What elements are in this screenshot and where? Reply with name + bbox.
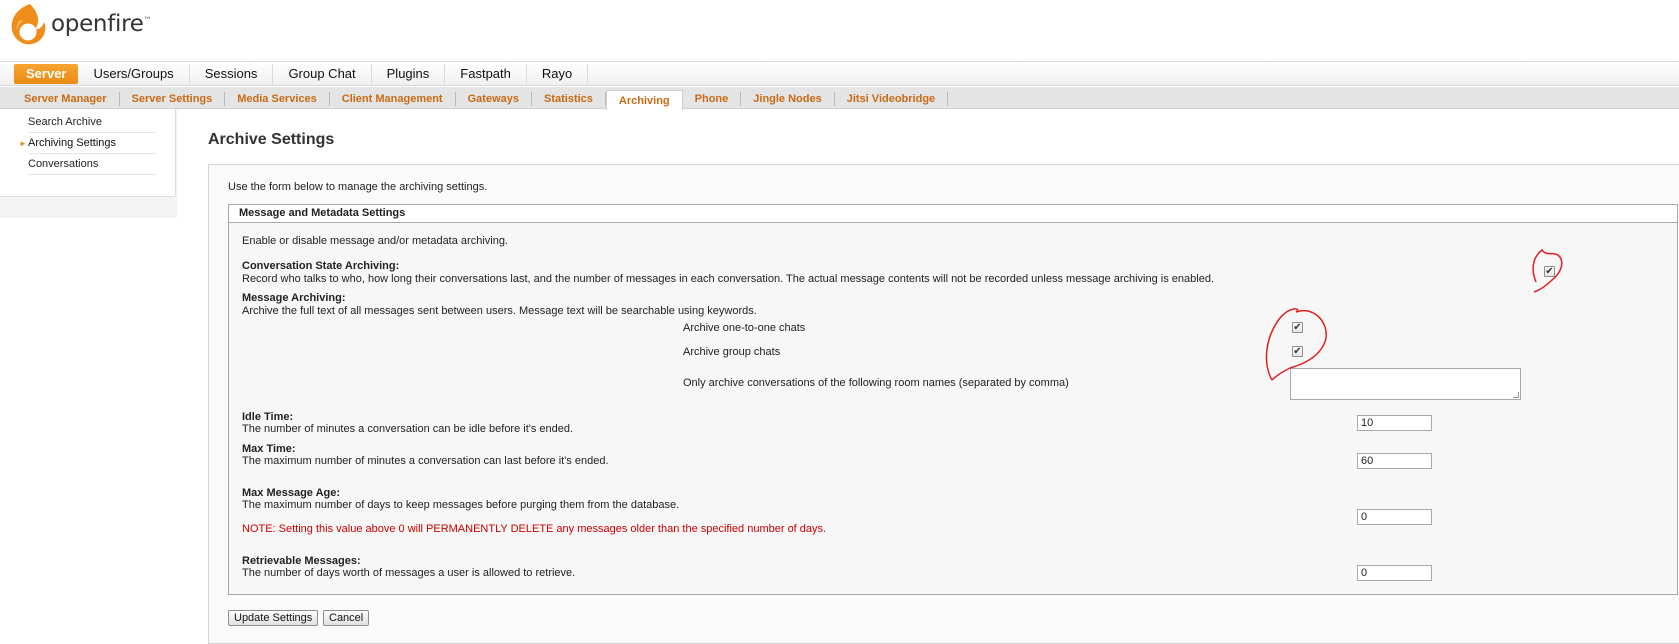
max-time-input[interactable]: 60 (1357, 453, 1432, 469)
page-intro: Use the form below to manage the archivi… (228, 181, 488, 193)
brand-name: openfire™ (51, 11, 152, 37)
header: openfire™ (0, 0, 1679, 62)
sidebar-panel: Search Archive ► Archiving Settings Conv… (0, 109, 176, 197)
main-tab-rayo[interactable]: Rayo (527, 64, 589, 84)
sub-tab-client-management[interactable]: Client Management (330, 92, 456, 106)
sub-tab-gateways[interactable]: Gateways (456, 92, 532, 106)
conversation-state-checkbox[interactable]: ✔ (1544, 266, 1555, 277)
retrievable-messages-input[interactable]: 0 (1357, 565, 1432, 581)
main-tab-fastpath[interactable]: Fastpath (445, 64, 527, 84)
sub-tab-server-manager[interactable]: Server Manager (12, 92, 120, 106)
archive-one-to-one-label: Archive one-to-one chats (683, 322, 806, 334)
archive-one-to-one-checkbox[interactable]: ✔ (1292, 322, 1303, 333)
archive-group-chats-label: Archive group chats (683, 346, 781, 358)
message-archiving-label: Message Archiving: (242, 292, 346, 304)
sub-tab-media-services[interactable]: Media Services (225, 92, 330, 106)
conversation-state-label: Conversation State Archiving: (242, 260, 400, 272)
sub-tab-statistics[interactable]: Statistics (532, 92, 606, 106)
arrow-right-icon: ► (19, 139, 27, 148)
main-nav: Server Users/Groups Sessions Group Chat … (0, 61, 1679, 86)
sidebar-item-label: Conversations (28, 158, 99, 170)
conversation-state-desc: Record who talks to who, how long their … (242, 273, 1215, 285)
sub-tab-archiving[interactable]: Archiving (605, 90, 683, 110)
sidebar-item-label: Search Archive (28, 116, 102, 128)
room-names-label: Only archive conversations of the follow… (683, 377, 1069, 389)
sub-tab-server-settings[interactable]: Server Settings (120, 92, 226, 106)
sub-tab-jitsi-videobridge[interactable]: Jitsi Videobridge (835, 92, 949, 106)
resize-handle-icon[interactable] (1513, 392, 1519, 398)
idle-time-label: Idle Time: (242, 411, 294, 423)
retrievable-messages-desc: The number of days worth of messages a u… (242, 567, 576, 579)
main-tab-sessions[interactable]: Sessions (190, 64, 274, 84)
sub-tab-jingle-nodes[interactable]: Jingle Nodes (741, 92, 835, 106)
sidebar-item-conversations[interactable]: Conversations (28, 154, 156, 175)
cancel-button[interactable]: Cancel (323, 610, 370, 626)
max-time-label: Max Time: (242, 443, 296, 455)
main-tab-group-chat[interactable]: Group Chat (273, 64, 372, 84)
sub-tab-phone[interactable]: Phone (683, 92, 742, 106)
max-message-age-desc: The maximum number of days to keep messa… (242, 499, 680, 511)
page-title: Archive Settings (208, 131, 335, 148)
sidebar-item-label: Archiving Settings (28, 137, 117, 149)
sidebar: Search Archive ► Archiving Settings Conv… (0, 109, 177, 218)
section-intro: Enable or disable message and/or metadat… (242, 235, 508, 247)
main-tab-users-groups[interactable]: Users/Groups (78, 64, 190, 84)
openfire-logo[interactable]: openfire™ (8, 2, 152, 46)
main-tab-plugins[interactable]: Plugins (372, 64, 446, 84)
fieldset-legend: Message and Metadata Settings (229, 205, 1677, 223)
idle-time-desc: The number of minutes a conversation can… (242, 423, 574, 435)
main-tab-server[interactable]: Server (14, 64, 79, 84)
message-archiving-desc: Archive the full text of all messages se… (242, 305, 757, 317)
max-message-age-input[interactable]: 0 (1357, 509, 1432, 525)
sidebar-item-archiving-settings[interactable]: ► Archiving Settings (19, 133, 156, 154)
archive-group-chats-checkbox[interactable]: ✔ (1292, 346, 1303, 357)
room-names-textarea[interactable] (1290, 368, 1521, 400)
update-settings-button[interactable]: Update Settings (228, 610, 319, 626)
idle-time-input[interactable]: 10 (1357, 415, 1432, 431)
max-message-age-warning: NOTE: Setting this value above 0 will PE… (242, 523, 827, 535)
max-time-desc: The maximum number of minutes a conversa… (242, 455, 609, 467)
sub-nav: Server Manager Server Settings Media Ser… (0, 87, 1679, 110)
sidebar-item-search-archive[interactable]: Search Archive (28, 112, 156, 133)
retrievable-messages-label: Retrievable Messages: (242, 555, 361, 567)
openfire-flame-icon (11, 4, 46, 45)
max-message-age-label: Max Message Age: (242, 487, 341, 499)
